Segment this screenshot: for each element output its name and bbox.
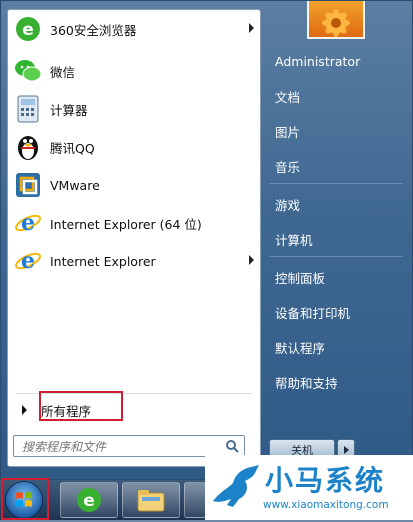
program-label: 腾讯QQ bbox=[50, 140, 95, 156]
program-label: Internet Explorer (64 位) bbox=[50, 216, 202, 232]
program-item-qq[interactable]: 腾讯QQ bbox=[12, 130, 258, 164]
program-item-calculator[interactable]: 计算器 bbox=[12, 92, 258, 126]
search-icon[interactable] bbox=[225, 439, 239, 453]
right-item-help-support[interactable]: 帮助和支持 bbox=[267, 368, 407, 396]
svg-text:e: e bbox=[22, 20, 34, 40]
program-item-360-browser[interactable]: e 360安全浏览器 bbox=[12, 12, 258, 46]
search-box[interactable] bbox=[13, 435, 245, 457]
taskbar-item-partial[interactable] bbox=[184, 482, 206, 518]
programs-pane: e 360安全浏览器 微信 计算器 腾讯QQ VMware e Internet… bbox=[7, 9, 261, 467]
svg-text:e: e bbox=[21, 210, 35, 236]
user-name-link[interactable]: Administrator bbox=[267, 47, 407, 75]
right-item-label: 默认程序 bbox=[275, 340, 326, 356]
svg-text:e: e bbox=[21, 248, 35, 274]
right-item-computer[interactable]: 计算机 bbox=[267, 225, 407, 253]
internet-explorer-icon: e bbox=[12, 207, 44, 239]
right-item-label: 游戏 bbox=[275, 197, 301, 213]
program-item-wechat[interactable]: 微信 bbox=[12, 54, 258, 88]
highlight-box-all-programs bbox=[39, 391, 123, 421]
calculator-icon bbox=[12, 93, 44, 125]
right-item-label: 文档 bbox=[275, 89, 301, 105]
program-label: 360安全浏览器 bbox=[50, 22, 137, 38]
program-label: 计算器 bbox=[50, 102, 88, 118]
right-item-label: 控制面板 bbox=[275, 270, 326, 286]
start-menu: e 360安全浏览器 微信 计算器 腾讯QQ VMware e Internet… bbox=[0, 0, 413, 480]
horse-logo-icon bbox=[213, 465, 259, 507]
vmware-icon bbox=[12, 169, 44, 201]
chevron-right-icon[interactable] bbox=[249, 255, 254, 265]
flower-picture-icon bbox=[322, 9, 350, 37]
qq-penguin-icon bbox=[12, 131, 44, 163]
right-item-label: 帮助和支持 bbox=[275, 375, 338, 391]
right-item-devices-printers[interactable]: 设备和打印机 bbox=[267, 298, 407, 326]
right-item-pictures[interactable]: 图片 bbox=[267, 117, 407, 145]
user-name: Administrator bbox=[275, 53, 361, 69]
wechat-icon bbox=[12, 55, 44, 87]
watermark-title: 小马系统 bbox=[265, 464, 386, 497]
chevron-right-icon[interactable] bbox=[249, 23, 254, 33]
divider bbox=[269, 256, 403, 257]
right-item-default-programs[interactable]: 默认程序 bbox=[267, 333, 407, 361]
highlight-box-start bbox=[1, 478, 49, 520]
right-item-label: 图片 bbox=[275, 124, 301, 140]
right-item-control-panel[interactable]: 控制面板 bbox=[267, 263, 407, 291]
divider bbox=[269, 183, 403, 184]
360-browser-icon: e bbox=[77, 488, 101, 512]
taskbar-explorer[interactable] bbox=[122, 482, 180, 518]
internet-explorer-icon: e bbox=[12, 245, 44, 277]
right-item-label: 计算机 bbox=[275, 232, 313, 248]
360-browser-icon: e bbox=[12, 13, 44, 45]
triangle-right-icon bbox=[22, 405, 27, 415]
watermark-url: www.xiaomaxitong.com bbox=[263, 499, 389, 511]
search-input[interactable] bbox=[20, 437, 224, 457]
right-item-documents[interactable]: 文档 bbox=[267, 82, 407, 110]
program-label: Internet Explorer bbox=[50, 253, 156, 269]
right-item-label: 音乐 bbox=[275, 159, 301, 175]
program-item-ie[interactable]: e Internet Explorer bbox=[12, 244, 258, 278]
right-item-music[interactable]: 音乐 bbox=[267, 152, 407, 180]
program-label: VMware bbox=[50, 177, 100, 193]
folder-icon bbox=[137, 490, 165, 512]
program-label: 微信 bbox=[50, 64, 76, 80]
taskbar-360-browser[interactable]: e bbox=[60, 482, 118, 518]
program-item-ie64[interactable]: e Internet Explorer (64 位) bbox=[12, 206, 258, 240]
program-item-vmware[interactable]: VMware bbox=[12, 168, 258, 202]
user-avatar[interactable] bbox=[307, 1, 365, 39]
right-item-label: 设备和打印机 bbox=[275, 305, 351, 321]
watermark: 小马系统 www.xiaomaxitong.com bbox=[205, 455, 413, 520]
right-item-games[interactable]: 游戏 bbox=[267, 190, 407, 218]
svg-text:e: e bbox=[83, 491, 95, 511]
